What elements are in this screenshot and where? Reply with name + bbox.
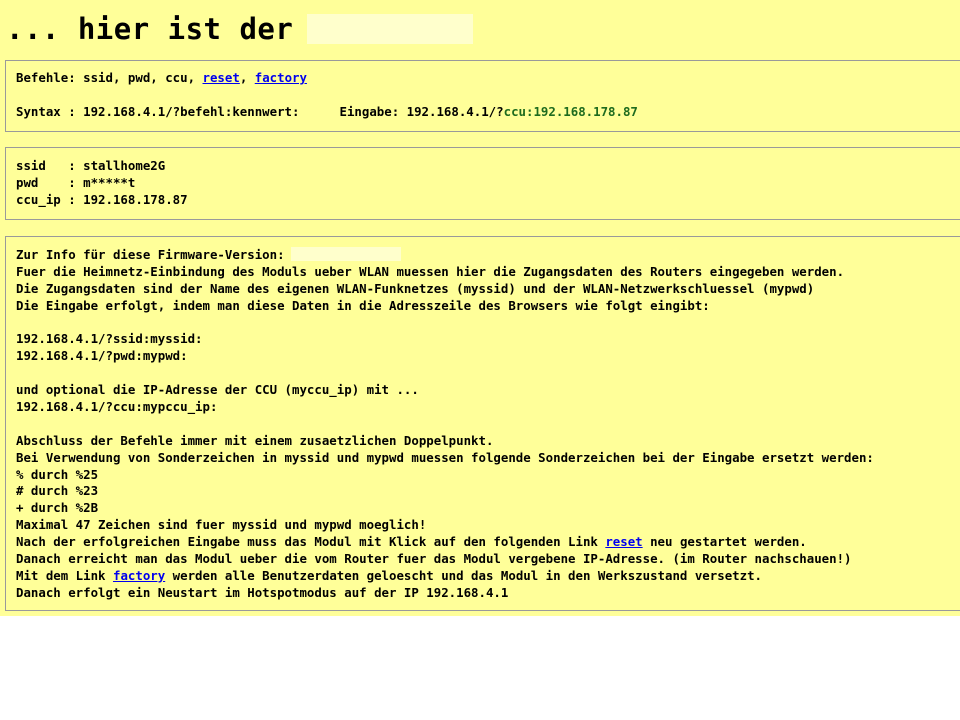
firmware-label: Zur Info für diese Firmware-Version: bbox=[16, 247, 285, 262]
info-panel: Zur Info für diese Firmware-Version: Fuer… bbox=[5, 236, 960, 611]
redacted-firmware-version bbox=[290, 247, 401, 261]
factory-info-pre: Mit dem Link bbox=[16, 567, 113, 583]
info-text: Abschluss der Befehle immer mit einem zu… bbox=[16, 432, 494, 448]
ccu-ip-value: ccu_ip : 192.168.178.87 bbox=[16, 191, 188, 207]
info-text: Danach erreicht man das Modul ueber die … bbox=[16, 551, 852, 567]
info-text: Fuer die Heimnetz-Einbindung des Moduls … bbox=[16, 263, 845, 279]
commands-line: Befehle: ssid, pwd, ccu, reset, factory bbox=[16, 70, 950, 87]
example-ccu: 192.168.4.1/?ccu:mypccu_ip: bbox=[16, 399, 218, 415]
info-text: Die Zugangsdaten sind der Name des eigen… bbox=[16, 280, 815, 296]
info-text: und optional die IP-Adresse der CCU (myc… bbox=[16, 382, 419, 398]
reset-info-line: Nach der erfolgreichen Eingabe muss das … bbox=[16, 534, 950, 551]
commands-panel: Befehle: ssid, pwd, ccu, reset, factory S… bbox=[5, 60, 960, 132]
escape-rule: % durch %25 bbox=[16, 466, 99, 482]
status-panel: ssid : stallhome2G pwd : m*****t ccu_ip : … bbox=[5, 147, 960, 220]
escape-rule: + durch %2B bbox=[16, 500, 99, 516]
reset-info-link[interactable]: reset bbox=[605, 534, 642, 549]
syntax-text: Syntax : 192.168.4.1/?befehl:kennwert: bbox=[16, 103, 300, 119]
info-text: Maximal 47 Zeichen sind fuer myssid und … bbox=[16, 517, 427, 533]
factory-info-line: Mit dem Link factory werden alle Benutze… bbox=[16, 568, 950, 585]
example-ssid: 192.168.4.1/?ssid:myssid: bbox=[16, 331, 203, 347]
info-text: Danach erfolgt ein Neustart im Hotspotmo… bbox=[16, 584, 509, 600]
example-pwd: 192.168.4.1/?pwd:mypwd: bbox=[16, 348, 188, 364]
page: ... hier ist der Befehle: ssid, pwd, ccu… bbox=[0, 0, 960, 616]
firmware-line: Zur Info für diese Firmware-Version: bbox=[16, 247, 950, 264]
info-text: Die Eingabe erfolgt, indem man diese Dat… bbox=[16, 297, 710, 313]
eingabe-value: ccu:192.168.178.87 bbox=[503, 103, 638, 119]
eingabe-label: Eingabe: 192.168.4.1/? bbox=[339, 103, 504, 119]
info-text: Bei Verwendung von Sonderzeichen in myss… bbox=[16, 449, 874, 465]
pwd-value: pwd : m*****t bbox=[16, 174, 136, 190]
factory-info-link[interactable]: factory bbox=[113, 568, 165, 583]
commands-label: Befehle: ssid, pwd, ccu, bbox=[16, 70, 203, 85]
reset-info-post: neu gestartet werden. bbox=[642, 534, 807, 550]
page-title-text: ... hier ist der bbox=[6, 12, 294, 46]
escape-rule: # durch %23 bbox=[16, 483, 99, 499]
redacted-device-name bbox=[307, 14, 474, 44]
factory-info-post: werden alle Benutzerdaten geloescht und … bbox=[165, 567, 762, 583]
reset-link[interactable]: reset bbox=[203, 70, 240, 85]
ssid-value: ssid : stallhome2G bbox=[16, 158, 166, 173]
reset-info-pre: Nach der erfolgreichen Eingabe muss das … bbox=[16, 534, 606, 550]
page-title: ... hier ist der bbox=[0, 0, 960, 48]
syntax-line: Syntax : 192.168.4.1/?befehl:kennwert: Ei… bbox=[16, 104, 950, 121]
factory-link[interactable]: factory bbox=[255, 70, 307, 85]
commands-separator: , bbox=[239, 70, 255, 85]
